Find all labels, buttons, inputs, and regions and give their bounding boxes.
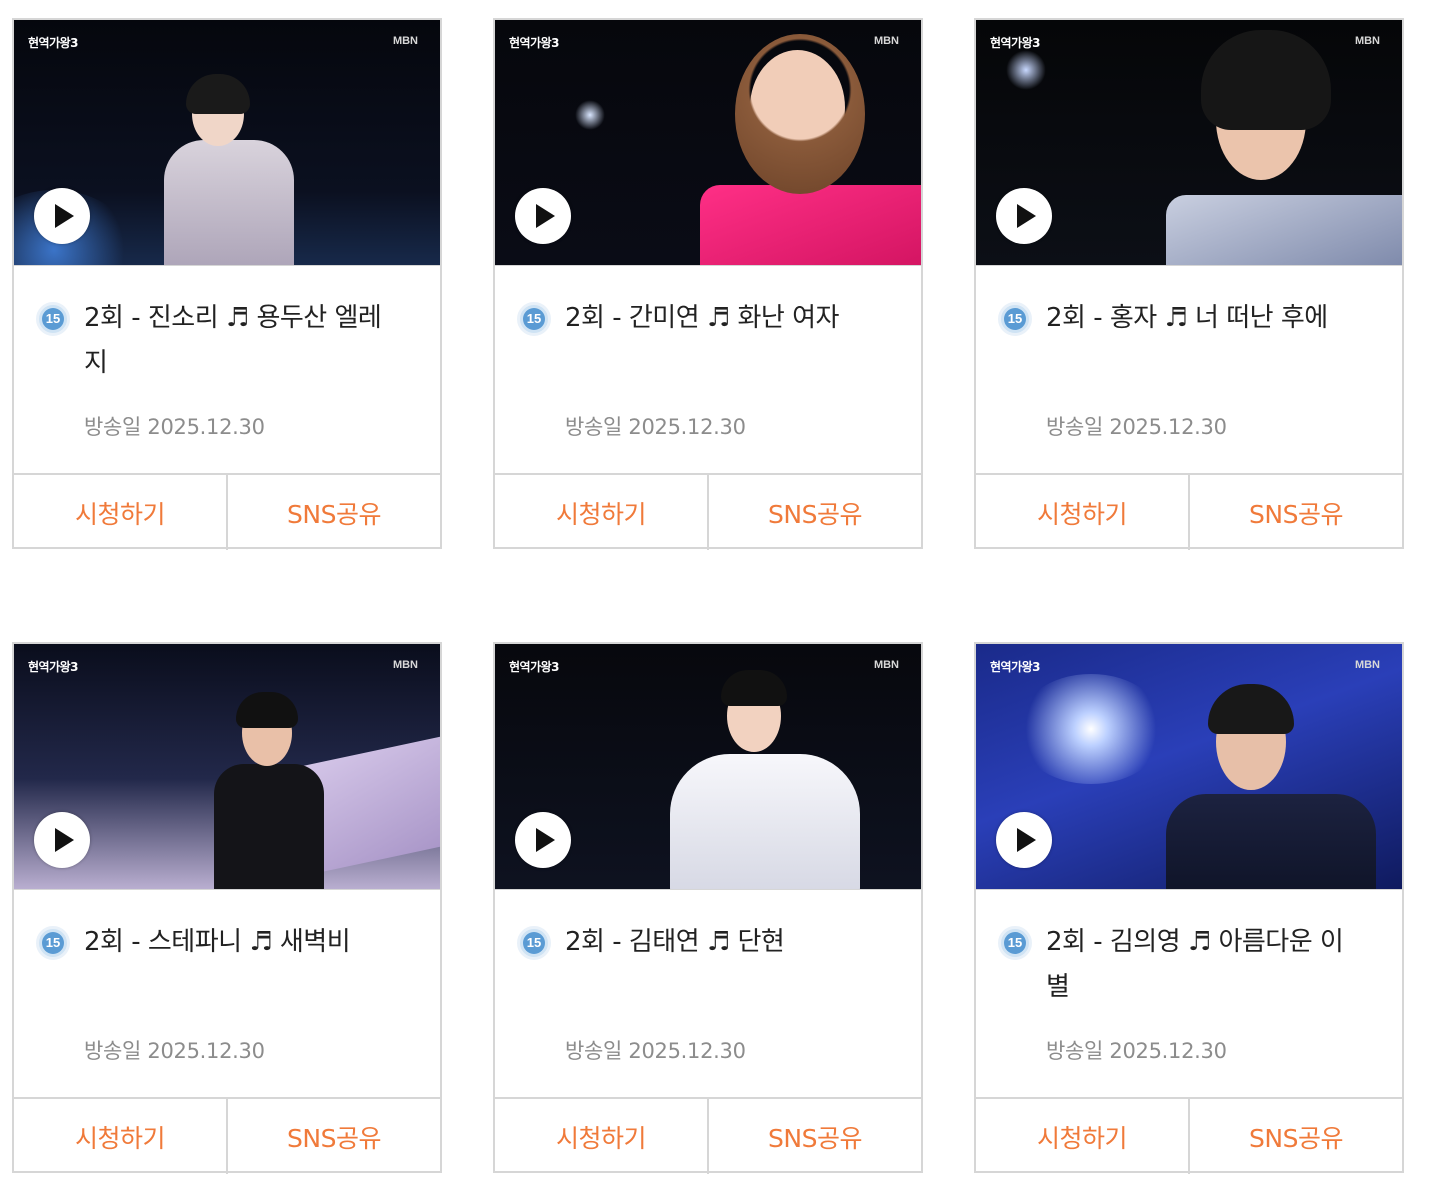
video-title[interactable]: 2회 - 진소리 ♬ 용두산 엘레지 — [84, 296, 394, 386]
video-thumbnail[interactable]: 현역가왕3 MBN — [14, 644, 440, 890]
age-rating-badge: 15 — [36, 926, 70, 960]
show-logo: 현역가왕3 — [28, 660, 79, 674]
broadcast-date: 방송일 2025.12.30 — [565, 1039, 746, 1063]
video-card: 현역가왕3 MBN 15 2회 - 간미연 ♬ 화난 여자 방송일 2025.1… — [493, 18, 923, 550]
sns-share-button[interactable]: SNS공유 — [707, 475, 921, 550]
channel-logo: MBN — [392, 35, 418, 47]
video-title[interactable]: 2회 - 김태연 ♬ 단현 — [565, 920, 875, 965]
age-rating-badge: 15 — [517, 302, 551, 336]
card-actions: 시청하기 SNS공유 — [976, 473, 1402, 550]
sns-share-button[interactable]: SNS공유 — [226, 475, 440, 550]
watch-button[interactable]: 시청하기 — [14, 475, 226, 550]
watch-button[interactable]: 시청하기 — [976, 475, 1188, 550]
play-icon[interactable] — [996, 188, 1052, 244]
video-thumbnail[interactable]: 현역가왕3 MBN — [14, 20, 440, 266]
video-card: 현역가왕3 MBN 15 2회 - 진소리 ♬ 용두산 엘레지 방송일 2025… — [12, 18, 442, 550]
watch-button[interactable]: 시청하기 — [495, 475, 707, 550]
sns-share-button[interactable]: SNS공유 — [1188, 475, 1402, 550]
play-icon[interactable] — [515, 812, 571, 868]
sns-share-button[interactable]: SNS공유 — [707, 1099, 921, 1174]
broadcast-date: 방송일 2025.12.30 — [84, 415, 265, 439]
show-logo: 현역가왕3 — [990, 660, 1041, 674]
video-title[interactable]: 2회 - 간미연 ♬ 화난 여자 — [565, 296, 875, 341]
watch-button[interactable]: 시청하기 — [14, 1099, 226, 1174]
video-info: 15 2회 - 간미연 ♬ 화난 여자 방송일 2025.12.30 — [495, 266, 921, 473]
watch-button[interactable]: 시청하기 — [495, 1099, 707, 1174]
video-info: 15 2회 - 스테파니 ♬ 새벽비 방송일 2025.12.30 — [14, 890, 440, 1097]
video-info: 15 2회 - 김태연 ♬ 단현 방송일 2025.12.30 — [495, 890, 921, 1097]
video-info: 15 2회 - 홍자 ♬ 너 떠난 후에 방송일 2025.12.30 — [976, 266, 1402, 473]
video-card: 현역가왕3 MBN 15 2회 - 스테파니 ♬ 새벽비 방송일 2025.12… — [12, 642, 442, 1174]
video-title[interactable]: 2회 - 김의영 ♬ 아름다운 이별 — [1046, 920, 1356, 1010]
show-logo: 현역가왕3 — [509, 36, 560, 50]
age-rating-badge: 15 — [998, 302, 1032, 336]
card-actions: 시청하기 SNS공유 — [495, 1097, 921, 1174]
video-card: 현역가왕3 MBN 15 2회 - 홍자 ♬ 너 떠난 후에 방송일 2025.… — [974, 18, 1404, 550]
card-actions: 시청하기 SNS공유 — [14, 1097, 440, 1174]
video-card: 현역가왕3 MBN 15 2회 - 김의영 ♬ 아름다운 이별 방송일 2025… — [974, 642, 1404, 1174]
broadcast-date: 방송일 2025.12.30 — [565, 415, 746, 439]
video-title[interactable]: 2회 - 스테파니 ♬ 새벽비 — [84, 920, 394, 965]
channel-logo: MBN — [873, 659, 899, 671]
video-title[interactable]: 2회 - 홍자 ♬ 너 떠난 후에 — [1046, 296, 1356, 341]
card-actions: 시청하기 SNS공유 — [495, 473, 921, 550]
broadcast-date: 방송일 2025.12.30 — [84, 1039, 265, 1063]
sns-share-button[interactable]: SNS공유 — [1188, 1099, 1402, 1174]
broadcast-date: 방송일 2025.12.30 — [1046, 415, 1227, 439]
video-card: 현역가왕3 MBN 15 2회 - 김태연 ♬ 단현 방송일 2025.12.3… — [493, 642, 923, 1174]
age-rating-badge: 15 — [517, 926, 551, 960]
video-info: 15 2회 - 김의영 ♬ 아름다운 이별 방송일 2025.12.30 — [976, 890, 1402, 1097]
video-thumbnail[interactable]: 현역가왕3 MBN — [495, 644, 921, 890]
video-thumbnail[interactable]: 현역가왕3 MBN — [976, 644, 1402, 890]
age-rating-badge: 15 — [36, 302, 70, 336]
card-actions: 시청하기 SNS공유 — [976, 1097, 1402, 1174]
video-thumbnail[interactable]: 현역가왕3 MBN — [976, 20, 1402, 266]
play-icon[interactable] — [515, 188, 571, 244]
play-icon[interactable] — [34, 812, 90, 868]
channel-logo: MBN — [873, 35, 899, 47]
video-grid: 현역가왕3 MBN 15 2회 - 진소리 ♬ 용두산 엘레지 방송일 2025… — [0, 0, 1432, 1194]
sns-share-button[interactable]: SNS공유 — [226, 1099, 440, 1174]
show-logo: 현역가왕3 — [509, 660, 560, 674]
card-actions: 시청하기 SNS공유 — [14, 473, 440, 550]
play-icon[interactable] — [34, 188, 90, 244]
show-logo: 현역가왕3 — [28, 36, 79, 50]
watch-button[interactable]: 시청하기 — [976, 1099, 1188, 1174]
channel-logo: MBN — [1354, 35, 1380, 47]
channel-logo: MBN — [392, 659, 418, 671]
channel-logo: MBN — [1354, 659, 1380, 671]
video-thumbnail[interactable]: 현역가왕3 MBN — [495, 20, 921, 266]
age-rating-badge: 15 — [998, 926, 1032, 960]
broadcast-date: 방송일 2025.12.30 — [1046, 1039, 1227, 1063]
video-info: 15 2회 - 진소리 ♬ 용두산 엘레지 방송일 2025.12.30 — [14, 266, 440, 473]
play-icon[interactable] — [996, 812, 1052, 868]
show-logo: 현역가왕3 — [990, 36, 1041, 50]
